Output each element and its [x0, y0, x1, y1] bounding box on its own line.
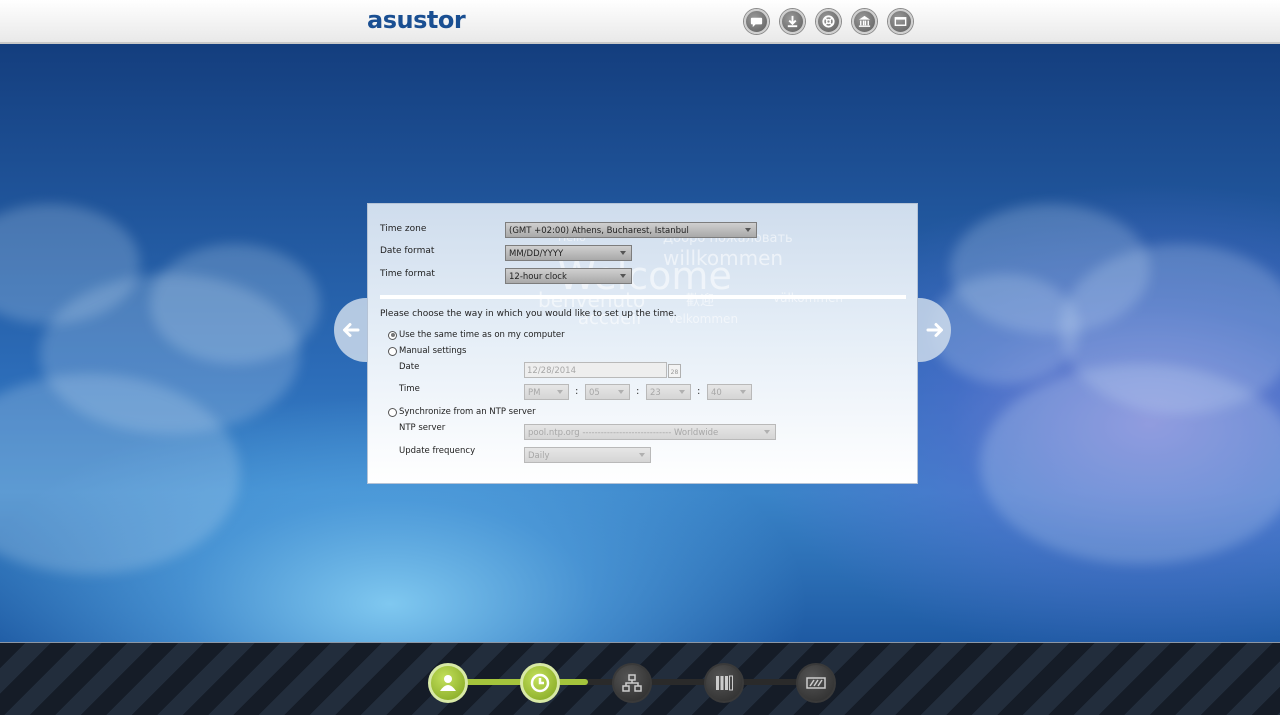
option-ntp[interactable]: Synchronize from an NTP server [388, 407, 536, 417]
update-frequency-label: Update frequency [399, 446, 476, 456]
chevron-down-icon [618, 390, 624, 394]
same-time-radio[interactable] [388, 330, 397, 340]
time-separator: : [636, 386, 640, 397]
progress-fill [448, 679, 588, 685]
network-icon [622, 674, 642, 692]
chevron-down-icon [639, 453, 645, 457]
manual-radio[interactable] [388, 346, 397, 356]
hour-select[interactable]: 05 [585, 384, 630, 400]
chevron-down-icon [679, 390, 685, 394]
chevron-down-icon [557, 390, 563, 394]
date-value: 12/28/2014 [527, 366, 576, 376]
chevron-down-icon [740, 390, 746, 394]
ntp-server-value: pool.ntp.org ---------------------------… [528, 428, 719, 438]
option-same-time[interactable]: Use the same time as on my computer [388, 330, 565, 340]
bank-building-icon[interactable] [852, 9, 877, 34]
storage-icon [716, 675, 733, 691]
hour-value: 05 [589, 388, 600, 398]
ntp-label: Synchronize from an NTP server [399, 407, 536, 417]
time-zone-value: (GMT +02:00) Athens, Bucharest, Istanbul [509, 226, 689, 236]
asustor-logo: asustor [367, 6, 466, 34]
time-format-select[interactable]: 12-hour clock [505, 268, 632, 284]
top-bar: asustor [0, 0, 1280, 44]
calendar-icon[interactable]: 28 [668, 364, 681, 378]
time-format-value: 12-hour clock [509, 272, 567, 282]
date-field[interactable]: 12/28/2014 [524, 362, 667, 378]
chevron-down-icon [764, 430, 770, 434]
minute-value: 23 [650, 388, 661, 398]
option-manual[interactable]: Manual settings [388, 346, 467, 356]
update-frequency-select[interactable]: Daily [524, 447, 651, 463]
manual-label: Manual settings [399, 346, 467, 356]
ampm-select[interactable]: PM [524, 384, 569, 400]
instruction-text: Please choose the way in which you would… [380, 309, 677, 319]
date-format-select[interactable]: MM/DD/YYYY [505, 245, 632, 261]
setup-progress-bar [0, 642, 1280, 715]
time-separator: : [575, 386, 579, 397]
second-select[interactable]: 40 [707, 384, 752, 400]
time-zone-label: Time zone [380, 224, 427, 234]
right-arrow-icon [926, 323, 943, 337]
chevron-down-icon [620, 251, 626, 255]
left-arrow-icon [342, 323, 359, 337]
calendar-day: 28 [670, 369, 679, 376]
time-separator: : [697, 386, 701, 397]
watermark-word: velkommen [668, 312, 739, 326]
chevron-down-icon [620, 274, 626, 278]
date-format-label: Date format [380, 246, 435, 256]
help-lifebuoy-icon[interactable] [816, 9, 841, 34]
step-network[interactable] [612, 663, 652, 703]
same-time-label: Use the same time as on my computer [399, 330, 565, 340]
section-divider [380, 295, 906, 299]
step-user[interactable] [428, 663, 468, 703]
update-frequency-value: Daily [528, 451, 550, 461]
step-finish[interactable] [796, 663, 836, 703]
time-label: Time [399, 384, 420, 394]
ntp-server-label: NTP server [399, 423, 446, 433]
minute-select[interactable]: 23 [646, 384, 691, 400]
date-label: Date [399, 362, 420, 372]
watermark-word: 歡迎 [686, 293, 714, 309]
step-time[interactable] [520, 663, 560, 703]
ntp-server-select[interactable]: pool.ntp.org ---------------------------… [524, 424, 776, 440]
second-value: 40 [711, 388, 722, 398]
time-setup-dialog: Hello Добро пожаловать willkommen Welcom… [367, 203, 918, 484]
ntp-radio[interactable] [388, 407, 397, 417]
chat-bubble-icon[interactable] [744, 9, 769, 34]
window-icon[interactable] [888, 9, 913, 34]
finish-icon [806, 677, 826, 689]
time-format-label: Time format [380, 269, 435, 279]
chevron-down-icon [745, 228, 751, 232]
time-zone-select[interactable]: (GMT +02:00) Athens, Bucharest, Istanbul [505, 222, 757, 238]
user-icon [440, 675, 456, 691]
step-storage[interactable] [704, 663, 744, 703]
top-icon-group [744, 9, 913, 34]
ampm-value: PM [528, 388, 541, 398]
clock-icon [530, 673, 550, 693]
watermark-word: willkommen [663, 246, 784, 270]
download-icon[interactable] [780, 9, 805, 34]
date-format-value: MM/DD/YYYY [509, 249, 564, 259]
